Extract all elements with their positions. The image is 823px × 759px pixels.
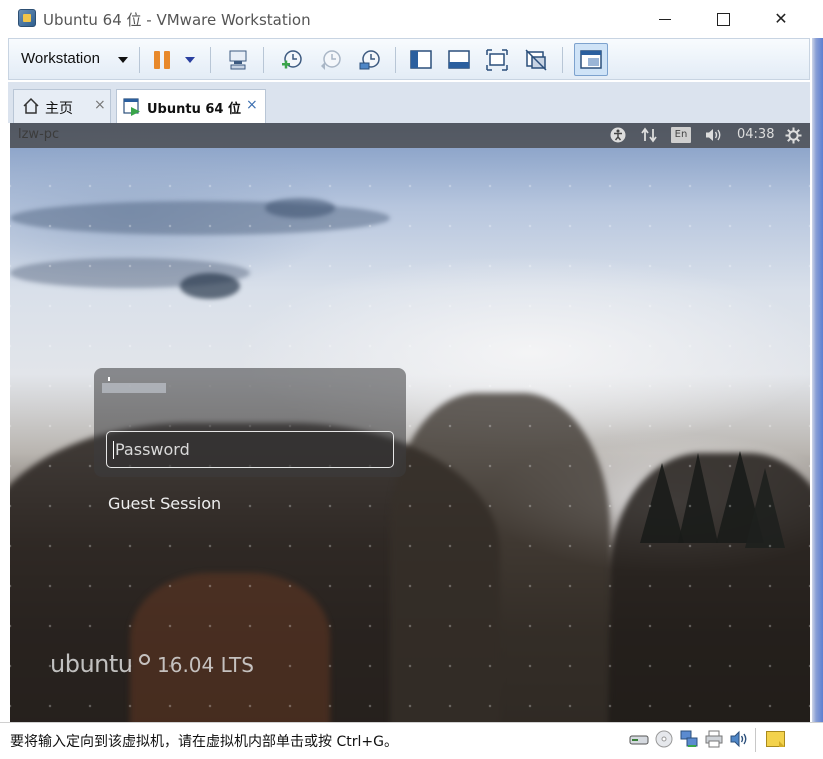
full-screen-icon[interactable] <box>485 48 509 72</box>
tab-ubuntu-vm[interactable]: Ubuntu 64 位 × <box>116 89 266 123</box>
message-log-icon[interactable] <box>766 731 785 747</box>
username-label <box>102 377 166 393</box>
chevron-down-icon[interactable] <box>118 57 128 63</box>
tab-ubuntu-close-icon[interactable]: × <box>246 97 258 113</box>
pause-icon-bar[interactable] <box>164 51 170 69</box>
show-library-icon[interactable] <box>409 48 433 72</box>
toolbar: Workstation <box>8 38 810 80</box>
toolbar-separator <box>210 47 211 73</box>
toolbar-separator <box>395 47 396 73</box>
guest-session-button[interactable]: Guest Session <box>108 494 221 513</box>
password-input[interactable]: Password <box>106 431 394 468</box>
maximize-button[interactable] <box>708 4 738 34</box>
cd-dvd-icon[interactable] <box>654 730 674 748</box>
ubuntu-circle-of-friends-icon <box>139 654 150 665</box>
workstation-menu[interactable]: Workstation <box>21 50 100 67</box>
toolbar-separator <box>263 47 264 73</box>
network-adapter-icon[interactable] <box>679 730 699 748</box>
tab-home[interactable]: 主页 × <box>13 89 111 123</box>
toolbar-separator <box>139 47 140 73</box>
accessibility-icon[interactable] <box>610 127 626 147</box>
ubuntu-version: 16.04 LTS <box>157 653 254 677</box>
take-snapshot-icon[interactable] <box>280 48 304 72</box>
gear-icon[interactable] <box>785 127 802 148</box>
password-placeholder: Password <box>115 440 190 459</box>
show-thumbnail-bar-icon[interactable] <box>447 48 471 72</box>
keyboard-layout-indicator[interactable]: En <box>671 127 691 143</box>
window-frame-left <box>0 38 8 722</box>
title-bar: Ubuntu 64 位 - VMware Workstation ✕ <box>0 0 823 38</box>
volume-icon[interactable] <box>704 127 724 147</box>
snapshot-manager-icon[interactable] <box>358 48 382 72</box>
window-frame-right <box>810 38 823 722</box>
hard-disk-icon[interactable] <box>629 730 649 748</box>
status-message: 要将输入定向到该虚拟机，请在虚拟机内部单击或按 Ctrl+G。 <box>10 734 398 750</box>
hostname-label: lzw-pc <box>18 127 60 142</box>
status-bar: 要将输入定向到该虚拟机，请在虚拟机内部单击或按 Ctrl+G。 <box>0 722 823 759</box>
network-icon[interactable] <box>640 127 658 147</box>
tab-strip: 主页 × Ubuntu 64 位 × <box>8 82 810 123</box>
tab-home-label: 主页 <box>45 101 73 117</box>
tab-home-close-icon[interactable]: × <box>94 97 106 113</box>
window-title: Ubuntu 64 位 - VMware Workstation <box>43 11 311 29</box>
vm-console[interactable]: lzw-pc En 04:38 Password Guest Session u… <box>10 123 810 722</box>
ubuntu-logo-text: ubuntu <box>50 650 133 678</box>
text-caret <box>113 441 114 459</box>
minimize-button[interactable] <box>650 4 680 34</box>
close-window-button[interactable]: ✕ <box>766 4 796 34</box>
login-box: Password <box>94 368 406 477</box>
revert-snapshot-icon <box>319 48 343 72</box>
send-ctrl-alt-del-icon[interactable] <box>226 48 250 72</box>
unity-mode-icon[interactable] <box>524 48 548 72</box>
sound-card-icon[interactable] <box>729 730 749 748</box>
pause-icon[interactable] <box>154 51 160 69</box>
power-options-dropdown[interactable] <box>185 57 195 63</box>
printer-icon[interactable] <box>704 730 724 748</box>
vmware-app-icon <box>18 9 36 27</box>
home-icon <box>21 96 41 120</box>
clock-label[interactable]: 04:38 <box>737 127 774 142</box>
vm-running-icon <box>122 97 142 121</box>
tab-ubuntu-label: Ubuntu 64 位 <box>147 102 241 117</box>
ubuntu-top-panel: lzw-pc En 04:38 <box>10 123 810 148</box>
toolbar-separator <box>562 47 563 73</box>
console-view-icon[interactable] <box>579 48 603 72</box>
status-separator <box>755 728 756 752</box>
